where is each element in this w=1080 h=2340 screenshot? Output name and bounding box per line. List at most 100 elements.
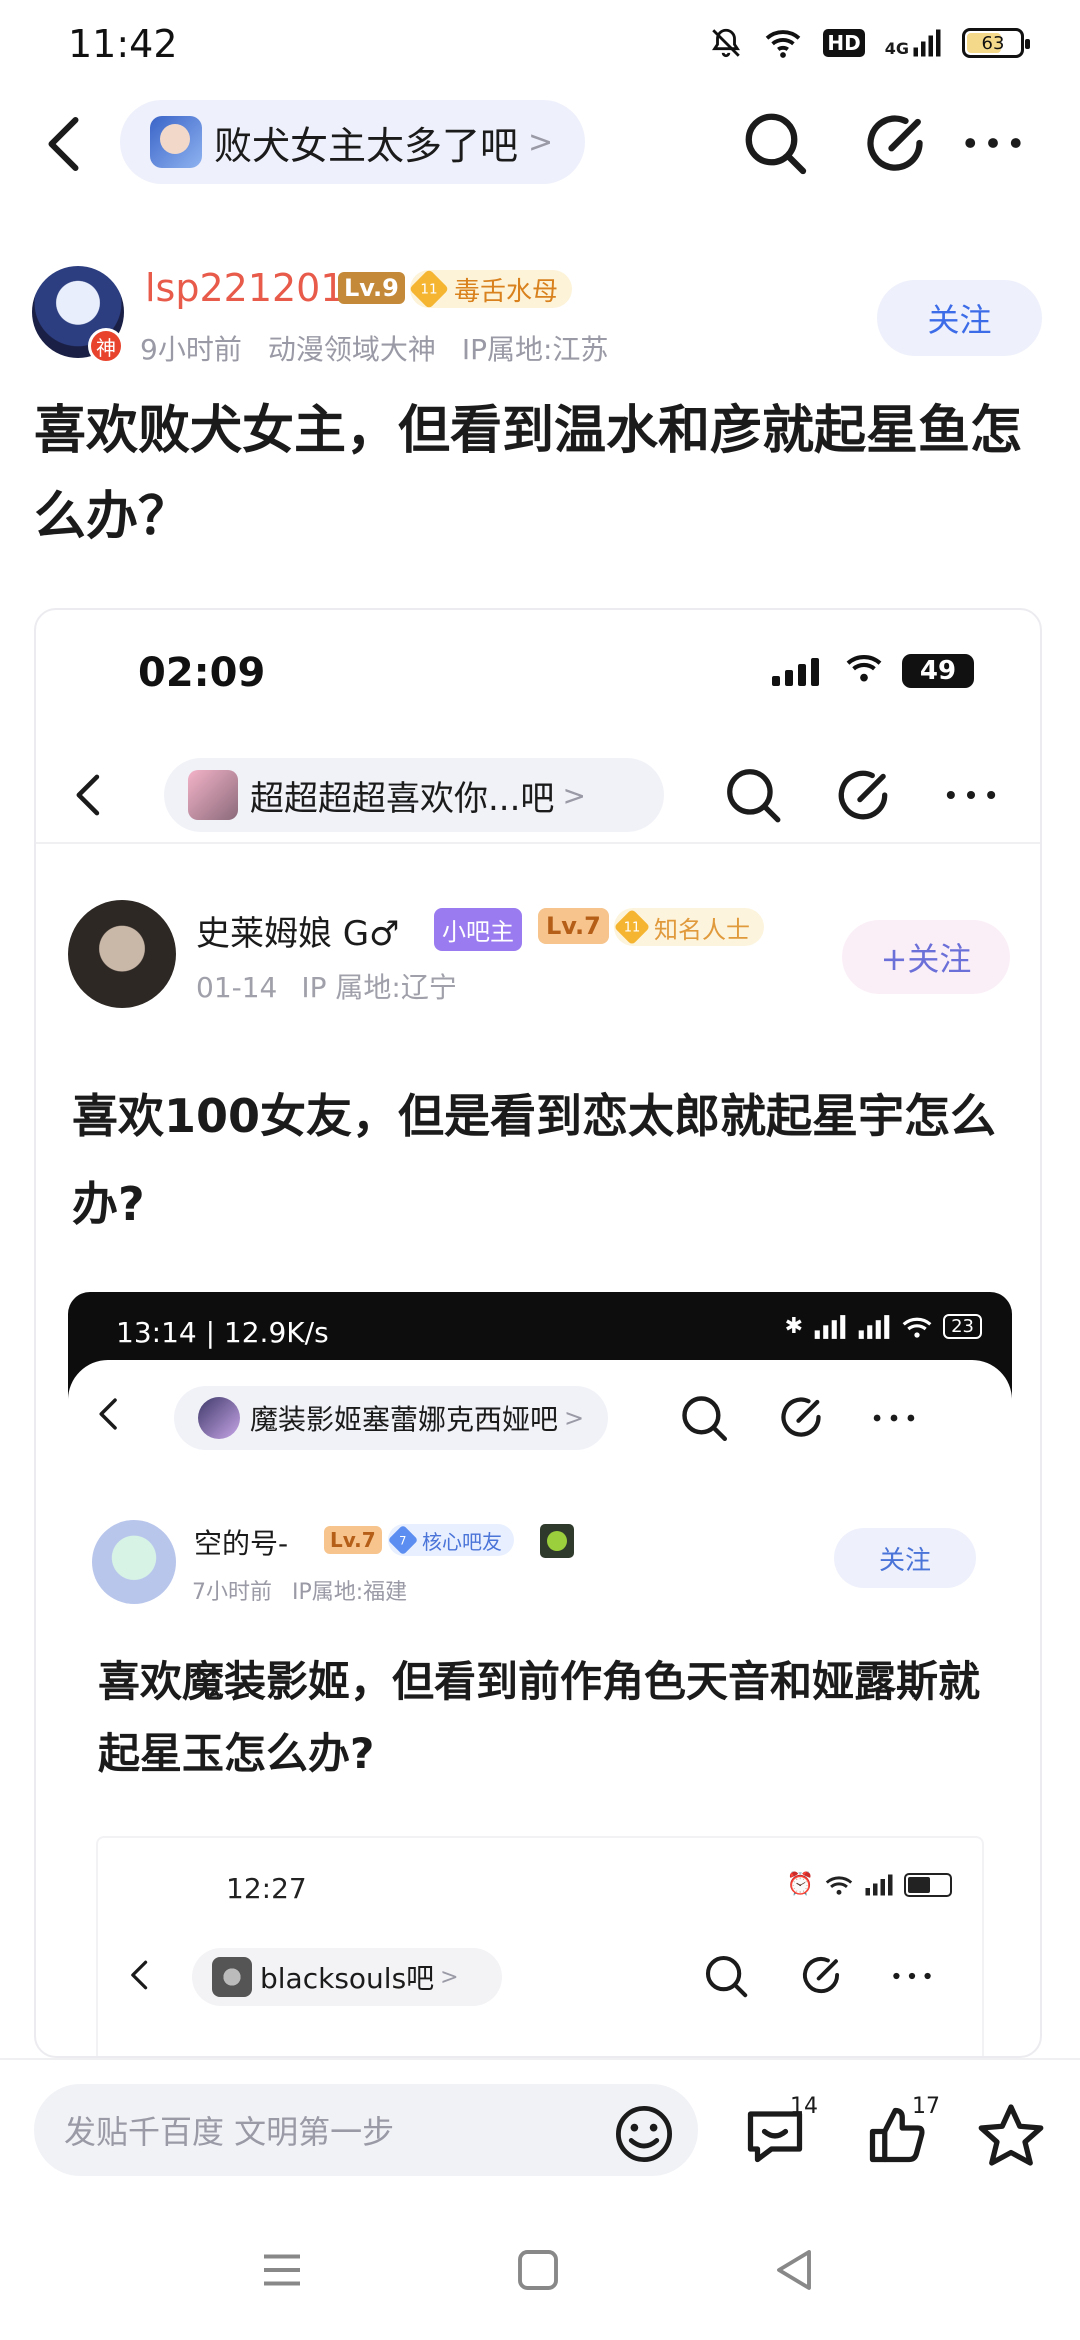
post-image[interactable]: 02:09 49 超超超超喜欢你...吧 > 史莱姆娘 G♂ 小吧主 Lv.7 … (34, 608, 1042, 2058)
forum-avatar (150, 116, 202, 168)
status-icons: ⏰ (787, 1872, 952, 1897)
chevron-right-icon: > (440, 1964, 459, 1990)
post-meta: 7小时前 IP属地:福建 (192, 1574, 427, 1606)
battery-icon: 49 (902, 654, 974, 688)
status-time: 11:42 (68, 22, 178, 66)
star-icon[interactable] (976, 2100, 1046, 2170)
status-time: 12:27 (226, 1872, 307, 1905)
post-meta: 9小时前 动漫领域大神 IP属地:江苏 (140, 328, 634, 368)
mute-bell-icon (712, 28, 741, 58)
top-nav: 败犬女主太多了吧 > (0, 98, 1080, 188)
diamond-icon: 11 (408, 268, 450, 310)
forum-name: 超超超超喜欢你...吧 (250, 778, 555, 819)
hd-icon: HD (823, 29, 865, 57)
medal-icon (540, 1524, 574, 1558)
forum-name: blacksouls吧 (260, 1962, 435, 1995)
nested-post-title: 喜欢魔装影姬，但看到前作角色天音和娅露斯就起星玉怎么办? (98, 1657, 981, 1778)
more-icon (946, 790, 996, 800)
level-badge: Lv.9 (338, 272, 405, 304)
post-title: 喜欢败犬女主，但看到温水和彦就起星鱼怎么办？ (34, 401, 1023, 547)
chevron-right-icon: > (562, 778, 586, 812)
edit-post-icon (802, 1957, 840, 1994)
forum-pill: 魔装影姬塞蕾娜克西娅吧 > (174, 1386, 608, 1450)
forum-name: 魔装影姬塞蕾娜克西娅吧 (250, 1403, 559, 1436)
forum-avatar (188, 770, 238, 820)
cell-signal-icon (772, 658, 819, 686)
like-count: 17 (912, 2094, 940, 2119)
user-title: 动漫领域大神 (267, 333, 436, 366)
more-icon[interactable] (958, 108, 1028, 178)
search-icon (705, 1955, 748, 1998)
nested-screenshot: 13:14 | 12.9K/s ✱ 23 魔装影姬塞蕾娜克西娅吧 > 空的号- … (68, 1292, 1012, 2056)
avatar (92, 1520, 176, 1604)
reply-input[interactable]: 发贴千百度 文明第一步 (34, 2084, 698, 2176)
inner-screenshot: 12:27 ⏰ blacksouls吧 > (96, 1836, 984, 2056)
ip-location: IP 属地:辽宁 (301, 971, 457, 1004)
search-icon (727, 769, 781, 823)
badge-text: 毒舌水母 (454, 276, 559, 307)
badge-level: 11 (623, 919, 641, 935)
system-nav-bar (0, 2198, 1080, 2340)
avatar (68, 900, 176, 1008)
embed-forum-pill: 超超超超喜欢你...吧 > (164, 758, 664, 832)
embed-post-title: 喜欢100女友，但是看到恋太郎就起星宇怎么办? (72, 1089, 997, 1231)
alarm-icon: ⏰ (786, 1872, 814, 1897)
more-icon (873, 1414, 915, 1422)
post-time: 9小时前 (140, 333, 242, 366)
battery-level: 63 (981, 32, 1005, 54)
post-author-row: 神 lsp221201 Lv.9 11 毒舌水母 9小时前 动漫领域大神 IP属地:… (0, 262, 1080, 372)
battery-icon: 63 (962, 28, 1030, 58)
title-badge: 7 核心吧友 (387, 1524, 514, 1556)
nested-body: 魔装影姬塞蕾娜克西娅吧 > 空的号- Lv.7 7 核心吧友 7小时前 IP属地:… (68, 1360, 1012, 2056)
status-bar: 11:42 HD 4G 63 (0, 0, 1080, 90)
post-meta: 01-14 IP 属地:辽宁 (196, 966, 481, 1006)
wifi-icon (846, 655, 882, 682)
forum-name: 败犬女主太多了吧 (214, 123, 519, 168)
embed-author-row: 史莱姆娘 G♂ 小吧主 Lv.7 11 知名人士 01-14 IP 属地:辽宁 +… (36, 900, 1040, 1020)
moderator-badge: 小吧主 (434, 908, 522, 951)
follow-button: 关注 (834, 1528, 976, 1588)
status-bar: 13:14 | 12.9K/s ✱ 23 (68, 1292, 1012, 1364)
forum-avatar (212, 1957, 252, 1997)
forum-pill: blacksouls吧 > (192, 1948, 502, 2006)
god-badge: 神 (88, 328, 124, 364)
badge-level: 7 (399, 1533, 407, 1547)
comment-count: 14 (790, 2094, 818, 2119)
badge-text: 知名人士 (654, 915, 750, 944)
back-arrow-icon (76, 774, 100, 816)
wifi-icon (825, 1875, 853, 1895)
network-type: 4G (884, 39, 909, 58)
post-date: 01-14 (196, 971, 278, 1004)
battery-icon (904, 1872, 952, 1897)
search-icon (682, 1396, 728, 1442)
emoji-icon[interactable] (612, 2102, 676, 2166)
edit-post-icon (781, 1397, 821, 1437)
username[interactable]: lsp221201 (145, 266, 345, 310)
embed-status-time: 02:09 (138, 650, 266, 696)
wifi-icon (766, 30, 801, 58)
forum-pill[interactable]: 败犬女主太多了吧 > (120, 100, 585, 184)
diamond-icon: 11 (613, 908, 651, 946)
more-icon (893, 1972, 931, 1980)
diamond-icon: 7 (387, 1524, 419, 1556)
back-triangle-icon[interactable] (764, 2240, 824, 2300)
status-time: 13:14 | 12.9K/s (116, 1316, 329, 1349)
menu-icon[interactable] (252, 2240, 312, 2300)
chevron-right-icon: > (564, 1404, 585, 1432)
cell-signal-icon (814, 1314, 846, 1339)
level-badge: Lv.7 (538, 908, 609, 944)
badge-text: 核心吧友 (422, 1529, 502, 1554)
status-icons: HD 4G 63 (709, 26, 1030, 60)
follow-button[interactable]: 关注 (877, 280, 1042, 356)
follow-button: +关注 (842, 920, 1010, 994)
cell-signal-icon (858, 1314, 890, 1339)
edit-post-icon[interactable] (860, 108, 930, 178)
bluetooth-icon: ✱ (784, 1314, 804, 1339)
ip-location: IP属地:福建 (292, 1580, 408, 1605)
back-arrow-icon[interactable] (40, 114, 90, 174)
home-icon[interactable] (508, 2240, 568, 2300)
cell-signal-icon (865, 1874, 893, 1895)
chevron-right-icon: > (528, 124, 554, 160)
search-icon[interactable] (740, 108, 810, 178)
battery-icon: 23 (943, 1314, 982, 1339)
